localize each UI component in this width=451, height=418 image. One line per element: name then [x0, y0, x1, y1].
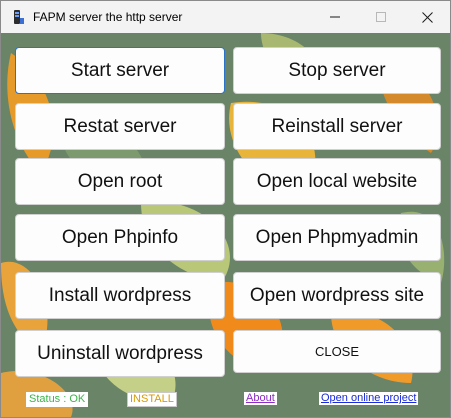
install-wordpress-label: Install wordpress [48, 284, 192, 306]
stop-server-label: Stop server [288, 59, 386, 81]
restart-server-button[interactable]: Restat server [15, 103, 225, 150]
minimize-icon [330, 16, 340, 18]
open-online-project-link[interactable]: Open online project [319, 392, 419, 405]
open-wordpress-site-button[interactable]: Open wordpress site [233, 272, 441, 319]
client-area: Start server Stop server Restat server R… [1, 33, 450, 417]
open-wordpress-site-label: Open wordpress site [249, 284, 425, 306]
close-window-button[interactable] [404, 1, 450, 33]
reinstall-server-button[interactable]: Reinstall server [233, 103, 441, 150]
open-phpmyadmin-label: Open Phpmyadmin [255, 226, 419, 248]
start-server-label: Start server [70, 59, 170, 81]
open-phpmyadmin-button[interactable]: Open Phpmyadmin [233, 214, 441, 261]
close-label: CLOSE [314, 344, 360, 359]
start-server-button[interactable]: Start server [15, 47, 225, 94]
install-link[interactable]: INSTALL [127, 392, 177, 407]
restart-server-label: Restat server [63, 115, 177, 137]
open-root-button[interactable]: Open root [15, 158, 225, 205]
uninstall-wordpress-button[interactable]: Uninstall wordpress [15, 330, 225, 377]
open-local-website-button[interactable]: Open local website [233, 158, 441, 205]
open-phpinfo-button[interactable]: Open Phpinfo [15, 214, 225, 261]
app-window: FAPM server the http server Start server… [0, 0, 451, 418]
open-local-website-label: Open local website [256, 170, 418, 192]
stop-server-button[interactable]: Stop server [233, 47, 441, 94]
close-button[interactable]: CLOSE [233, 330, 441, 373]
install-wordpress-button[interactable]: Install wordpress [15, 272, 225, 319]
title-bar[interactable]: FAPM server the http server [1, 1, 450, 33]
reinstall-server-label: Reinstall server [271, 115, 403, 137]
minimize-button[interactable] [312, 1, 358, 33]
about-link[interactable]: About [244, 392, 277, 405]
close-icon [421, 11, 433, 23]
maximize-icon [376, 12, 386, 22]
open-root-label: Open root [77, 170, 163, 192]
open-phpinfo-label: Open Phpinfo [61, 226, 179, 248]
window-title: FAPM server the http server [33, 10, 183, 24]
app-icon [14, 10, 24, 24]
status-label: Status : OK [26, 392, 89, 407]
maximize-button[interactable] [358, 1, 404, 33]
uninstall-wordpress-label: Uninstall wordpress [37, 342, 203, 364]
